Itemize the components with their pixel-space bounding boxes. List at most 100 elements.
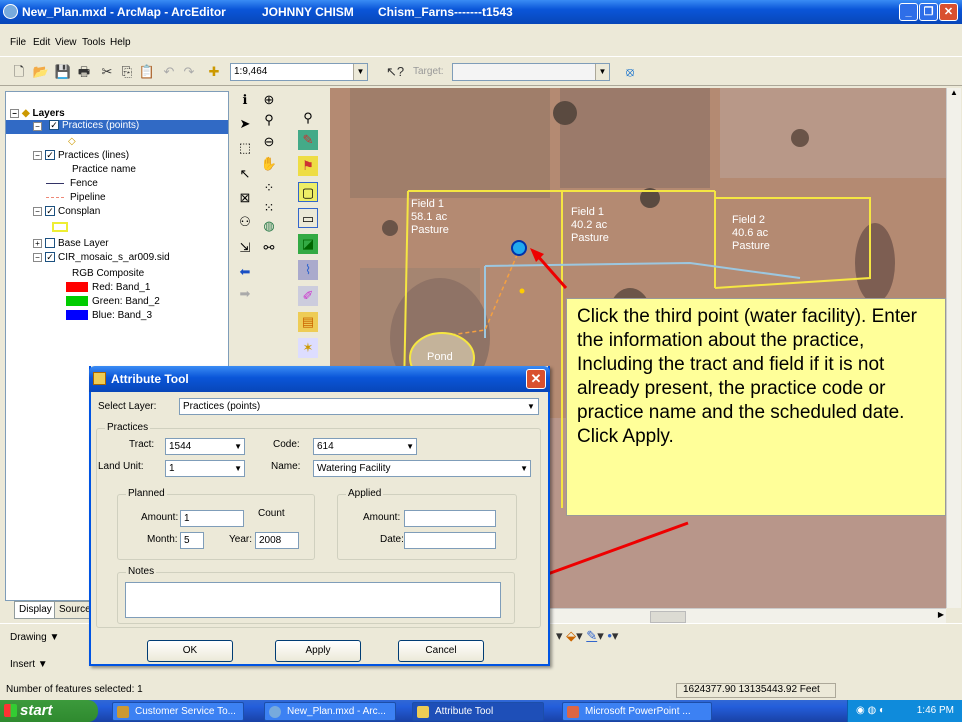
task-arcmap[interactable]: New_Plan.mxd - Arc... bbox=[264, 702, 396, 721]
menu-file[interactable]: File bbox=[10, 37, 26, 48]
magnify-icon[interactable]: ⚲ bbox=[298, 108, 318, 128]
toc-item-consplan[interactable]: − ✓ Consplan bbox=[33, 206, 100, 217]
menu-view[interactable]: View bbox=[55, 37, 77, 48]
scroll-right-icon[interactable]: ▶ bbox=[938, 610, 944, 619]
applied-date-label: Date: bbox=[380, 534, 404, 545]
hyperlink-icon[interactable]: ⚯ bbox=[259, 238, 279, 258]
area-tool-icon[interactable]: ◪ bbox=[298, 234, 318, 254]
code-dropdown[interactable]: 614 ▼ bbox=[313, 438, 417, 455]
visibility-checkbox[interactable]: ✓ bbox=[45, 206, 55, 217]
collapse-icon[interactable]: − bbox=[10, 108, 19, 118]
forward-arrow-icon[interactable]: ➡ bbox=[235, 284, 255, 304]
clear-selection-icon[interactable]: ⊠ bbox=[235, 188, 255, 208]
scroll-up-icon[interactable]: ▲ bbox=[947, 88, 961, 97]
toc-item-practices-points[interactable]: − ✓ Practices (points) bbox=[6, 120, 228, 134]
edit-tool-icon[interactable]: ↖ bbox=[235, 164, 255, 184]
close-button[interactable]: ✕ bbox=[939, 3, 958, 21]
tray-icons[interactable]: ◉ ◍ ◐ bbox=[856, 700, 885, 722]
find-icon[interactable]: ⚲ bbox=[259, 110, 279, 130]
pan-icon[interactable]: ✋ bbox=[259, 154, 279, 174]
field-tool-icon[interactable]: ⚑ bbox=[298, 156, 318, 176]
start-button[interactable]: start bbox=[0, 700, 98, 722]
identify-icon[interactable]: ℹ bbox=[235, 90, 255, 110]
back-arrow-icon[interactable]: ⬅ bbox=[235, 262, 255, 282]
copy-icon[interactable]: ⎘ bbox=[118, 63, 136, 81]
fixed-zoom-in-icon[interactable]: ⁘ bbox=[259, 178, 279, 198]
visibility-checkbox[interactable]: ✓ bbox=[45, 150, 55, 161]
open-icon[interactable]: 📂 bbox=[32, 63, 50, 81]
print-icon[interactable]: 🖶 bbox=[75, 63, 93, 81]
visibility-checkbox[interactable] bbox=[45, 238, 55, 249]
restore-button[interactable]: ❐ bbox=[919, 3, 938, 21]
expand-icon[interactable]: + bbox=[33, 238, 42, 248]
select-arrow-icon[interactable]: ➤ bbox=[235, 114, 255, 134]
toc-item-base-layer[interactable]: + Base Layer bbox=[33, 238, 109, 249]
collapse-icon[interactable]: − bbox=[33, 206, 42, 216]
ok-button[interactable]: OK bbox=[147, 640, 233, 662]
amount-input[interactable]: 1 bbox=[180, 510, 244, 527]
zoom-out-icon[interactable]: ⊖ bbox=[259, 132, 279, 152]
whats-this-icon[interactable]: ↖? bbox=[386, 63, 404, 81]
toc-item-cir-mosaic[interactable]: − ✓ CIR_mosaic_s_ar009.sid bbox=[33, 252, 170, 263]
target-combo[interactable]: ▼ bbox=[452, 63, 610, 81]
apply-button[interactable]: Apply bbox=[275, 640, 361, 662]
visibility-checkbox[interactable]: ✓ bbox=[49, 120, 59, 131]
binoculars-icon[interactable]: ⚇ bbox=[235, 212, 255, 232]
redo-icon[interactable]: ↷ bbox=[180, 63, 198, 81]
select-layer-dropdown[interactable]: Practices (points) ▼ bbox=[179, 398, 539, 415]
name-dropdown[interactable]: Watering Facility ▼ bbox=[313, 460, 531, 477]
menu-edit[interactable]: Edit bbox=[33, 37, 50, 48]
selected-water-point[interactable] bbox=[511, 240, 527, 256]
collapse-icon[interactable]: − bbox=[33, 252, 42, 262]
dialog-close-button[interactable]: ✕ bbox=[526, 369, 546, 389]
tract-dropdown[interactable]: 1544 ▼ bbox=[165, 438, 245, 455]
measure-icon[interactable]: ⇲ bbox=[235, 238, 255, 258]
paste-icon[interactable]: 📋 bbox=[138, 63, 156, 81]
notes-label: Notes bbox=[126, 566, 157, 577]
arcmap-icon[interactable] bbox=[3, 4, 18, 19]
map-vertical-scrollbar[interactable]: ▲ bbox=[946, 88, 961, 608]
editor-icon[interactable]: ⦻ bbox=[621, 63, 639, 81]
save-icon[interactable]: 💾 bbox=[54, 63, 72, 81]
map-tool-icon[interactable]: ✎ bbox=[298, 130, 318, 150]
land-unit-dropdown[interactable]: 1 ▼ bbox=[165, 460, 245, 477]
insert-menu[interactable]: Insert ▼ bbox=[10, 659, 48, 670]
cancel-button[interactable]: Cancel bbox=[398, 640, 484, 662]
point-symbol-icon: ◇ bbox=[68, 136, 76, 147]
menu-tools[interactable]: Tools bbox=[82, 37, 105, 48]
task-attribute-tool[interactable]: Attribute Tool bbox=[412, 702, 544, 721]
cut-icon[interactable]: ✂ bbox=[98, 63, 116, 81]
undo-icon[interactable]: ↶ bbox=[160, 63, 178, 81]
practice-point[interactable] bbox=[519, 288, 525, 294]
notes-textarea[interactable] bbox=[125, 582, 501, 618]
year-input[interactable]: 2008 bbox=[255, 532, 299, 549]
drawing-menu[interactable]: Drawing ▼ bbox=[10, 632, 59, 643]
select-features-icon[interactable]: ⬚ bbox=[235, 138, 255, 158]
report-tool-icon[interactable]: ▤ bbox=[298, 312, 318, 332]
zoom-in-icon[interactable]: ⊕ bbox=[259, 90, 279, 110]
add-data-icon[interactable]: ✚ bbox=[205, 63, 223, 81]
tab-display[interactable]: Display bbox=[14, 601, 57, 619]
month-input[interactable]: 5 bbox=[180, 532, 204, 549]
applied-date-input[interactable] bbox=[404, 532, 496, 549]
new-icon[interactable]: 🗋 bbox=[10, 63, 28, 81]
task-powerpoint[interactable]: Microsoft PowerPoint ... bbox=[562, 702, 712, 721]
toc-root[interactable]: − ◆ Layers bbox=[10, 108, 65, 119]
menu-help[interactable]: Help bbox=[110, 37, 131, 48]
scale-combo[interactable]: 1:9,464 ▼ bbox=[230, 63, 368, 81]
applied-amount-input[interactable] bbox=[404, 510, 496, 527]
clock[interactable]: 1:46 PM bbox=[917, 705, 954, 716]
collapse-icon[interactable]: − bbox=[33, 122, 42, 131]
collapse-icon[interactable]: − bbox=[33, 150, 42, 160]
visibility-checkbox[interactable]: ✓ bbox=[45, 252, 55, 263]
task-customer-service[interactable]: Customer Service To... bbox=[112, 702, 244, 721]
star-tool-icon[interactable]: ✶ bbox=[298, 338, 318, 358]
toc-item-practices-lines[interactable]: − ✓ Practices (lines) bbox=[33, 150, 129, 161]
attribute-tool-icon[interactable]: ✐ bbox=[298, 286, 318, 306]
minimize-button[interactable]: _ bbox=[899, 3, 918, 21]
polygon-tool-icon[interactable]: ▢ bbox=[298, 182, 318, 202]
fixed-zoom-out-icon[interactable]: ⁙ bbox=[259, 198, 279, 218]
globe-icon[interactable]: ◍ bbox=[259, 216, 279, 236]
rectangle-tool-icon[interactable]: ▭ bbox=[298, 208, 318, 228]
line-tool-icon[interactable]: ⌇ bbox=[298, 260, 318, 280]
